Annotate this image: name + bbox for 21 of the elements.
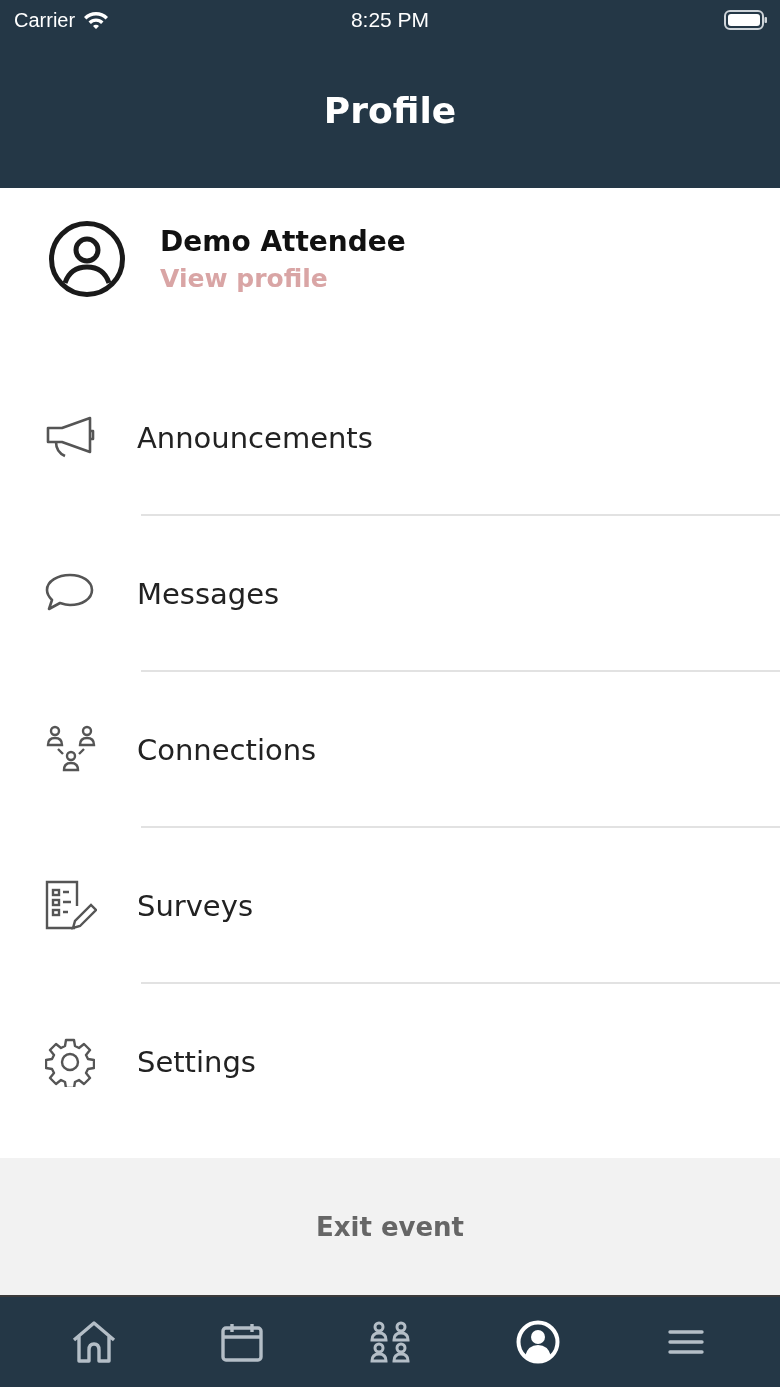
megaphone-icon bbox=[45, 416, 97, 460]
menu-item[interactable]: Messages bbox=[0, 516, 780, 672]
calendar-icon bbox=[221, 1322, 263, 1362]
avatar-icon[interactable] bbox=[48, 220, 126, 298]
status-time: 8:25 PM bbox=[350, 8, 430, 32]
battery-icon bbox=[724, 9, 768, 31]
carrier-label: Carrier bbox=[14, 8, 76, 32]
home-icon bbox=[71, 1320, 117, 1364]
menu-item[interactable]: Connections bbox=[0, 672, 780, 828]
attendee-name: Demo Attendee bbox=[160, 225, 406, 258]
menu-item[interactable]: Settings bbox=[0, 984, 780, 1140]
menu-item[interactable]: Surveys bbox=[0, 828, 780, 984]
profile-icon bbox=[516, 1320, 560, 1364]
gear-icon bbox=[45, 1037, 95, 1087]
wifi-icon bbox=[83, 10, 110, 30]
checklist-pencil-icon bbox=[45, 880, 97, 932]
page-title: Profile bbox=[322, 88, 458, 133]
menu-icon bbox=[668, 1329, 704, 1355]
people-group-icon bbox=[369, 1321, 411, 1363]
exit-event-button[interactable]: Exit event bbox=[299, 1203, 481, 1250]
menu-item[interactable]: Announcements bbox=[0, 360, 780, 516]
